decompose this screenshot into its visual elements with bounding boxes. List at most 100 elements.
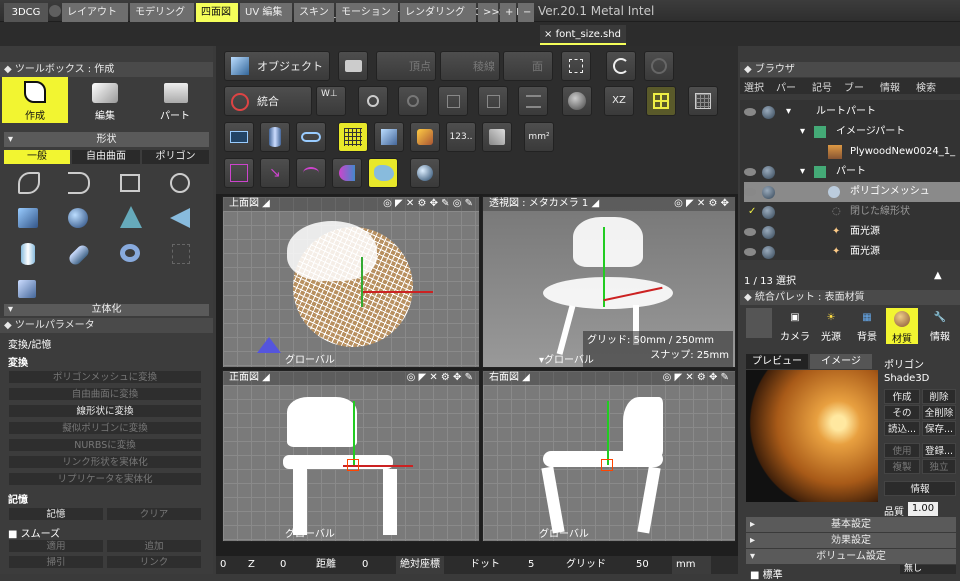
tree-row-area-light-1[interactable]: ✦ 面光源 — [744, 222, 960, 242]
palette-light-tab[interactable]: ☀ 光源 — [816, 312, 846, 343]
shape-tab-freeform[interactable]: 自由曲面 — [72, 150, 140, 164]
material-save-button[interactable]: 保存... — [922, 421, 956, 436]
lattice-tool-button[interactable] — [332, 158, 362, 188]
solid-section-header[interactable]: ▾ 立体化 — [4, 304, 209, 316]
eye-icon[interactable] — [744, 248, 756, 256]
browser-menu-select[interactable]: 選択 — [744, 79, 764, 94]
volume-settings-section[interactable]: ▾ ボリューム設定 — [746, 549, 956, 564]
face-mode-button[interactable]: 面 — [503, 51, 553, 81]
material-delete-all-button[interactable]: 全削除 — [922, 405, 956, 420]
cylinder-icon[interactable] — [21, 243, 35, 265]
material-info-button[interactable]: 情報 — [884, 481, 956, 496]
torus-icon[interactable] — [120, 244, 140, 262]
material-independent-button[interactable]: 独立 — [922, 459, 956, 474]
effect-settings-section[interactable]: ▸ 効果設定 — [746, 533, 956, 548]
snap-center-button[interactable] — [358, 86, 388, 116]
tab-layout[interactable]: レイアウト — [62, 3, 128, 22]
collapse-up-icon[interactable]: ▲ — [934, 270, 942, 281]
numeric-input-button[interactable]: 123.. — [446, 122, 476, 152]
view-controls-icon[interactable]: ◎ ◤ ✕ ⚙ ✥ ✎ ◎ ✎ — [383, 197, 473, 211]
palette-mode-button[interactable] — [746, 308, 772, 338]
eye-icon[interactable] — [744, 168, 756, 176]
eye-icon[interactable] — [744, 228, 756, 236]
basic-settings-section[interactable]: ▸ 基本設定 — [746, 517, 956, 532]
mode-3dcg-button[interactable]: 3DCG — [4, 3, 48, 22]
smooth-apply-button[interactable]: 適用 — [8, 539, 104, 553]
camera-tool-button[interactable] — [338, 51, 368, 81]
browser-menu-symbol[interactable]: 記号 — [812, 79, 832, 94]
marquee-select-button[interactable] — [561, 51, 591, 81]
material-register-button[interactable]: 登録... — [922, 443, 956, 458]
view-controls-icon[interactable]: ◎ ◤ ✕ ⚙ ✥ ✎ — [663, 371, 729, 385]
center-handle[interactable] — [347, 459, 359, 471]
material-duplicate-button[interactable]: 複製 — [884, 459, 920, 474]
convert-to-line-button[interactable]: 線形状に変換 — [8, 404, 202, 418]
convert-to-polygon-button[interactable]: ポリゴンメッシュに変換 — [8, 370, 202, 384]
y-axis-handle[interactable] — [353, 401, 355, 465]
right-view-viewport[interactable]: 右面図 ◢ ◎ ◤ ✕ ⚙ ✥ ✎ グローバル — [482, 370, 736, 542]
snap-box2-button[interactable] — [478, 86, 508, 116]
material-load-button[interactable]: 読込... — [884, 421, 920, 436]
eye-icon[interactable] — [744, 188, 756, 196]
wedge-icon[interactable] — [170, 208, 190, 228]
layer-button[interactable] — [518, 86, 548, 116]
polygon-mesh-icon[interactable] — [172, 244, 190, 264]
cube-icon[interactable] — [18, 208, 38, 228]
tab-motion[interactable]: モーション — [336, 3, 398, 22]
status-dot-icon[interactable] — [762, 206, 775, 219]
solid-toggle-button[interactable] — [374, 122, 404, 152]
material-create-button[interactable]: 作成 — [884, 389, 920, 404]
box-icon[interactable] — [18, 280, 36, 298]
link-button[interactable]: リンク — [106, 555, 202, 569]
palette-background-tab[interactable]: ▦ 背景 — [852, 312, 882, 343]
front-view-viewport[interactable]: 正面図 ◢ ◎ ◤ ✕ ⚙ ✥ ✎ グローバル — [222, 370, 480, 542]
shape-tool-button[interactable] — [296, 122, 326, 152]
create-mode-button[interactable]: 作成 — [2, 77, 68, 123]
undo-button[interactable] — [606, 51, 636, 81]
edit-mode-button[interactable]: 編集 — [72, 77, 138, 123]
top-view-viewport[interactable]: 上面図 ◢ ◎ ◤ ✕ ⚙ ✥ ✎ ◎ ✎ グローバル — [222, 196, 480, 368]
unit-select[interactable]: mm — [672, 556, 712, 574]
document-tab[interactable]: × font_size.shd — [540, 25, 626, 45]
material-other-button[interactable]: その — [884, 405, 920, 420]
status-dot-icon[interactable] — [762, 166, 775, 179]
xz-plane-button[interactable]: XZ — [604, 86, 634, 116]
realize-replicator-button[interactable]: リプリケータを実体化 — [8, 472, 202, 486]
volume-select[interactable]: 無し — [900, 565, 956, 574]
texture-toggle-button[interactable] — [410, 122, 440, 152]
browser-menu-info[interactable]: 情報 — [880, 79, 900, 94]
smooth-tool-button[interactable] — [368, 158, 398, 188]
shape-tab-polygon[interactable]: ポリゴン — [142, 150, 209, 164]
tab-uv-edit[interactable]: UV 編集 — [240, 3, 292, 22]
tab-four-view[interactable]: 四面図 — [196, 3, 238, 22]
snap-object-button[interactable] — [398, 86, 428, 116]
material-delete-button[interactable]: 削除 — [922, 389, 956, 404]
tab-rendering[interactable]: レンダリング — [400, 3, 476, 22]
quality-input[interactable]: 1.00 — [908, 502, 938, 516]
sweep-button[interactable]: 掃引 — [8, 555, 104, 569]
snap-box-button[interactable] — [438, 86, 468, 116]
eye-icon[interactable] — [744, 108, 756, 116]
tree-row-image-part[interactable]: ▾ イメージパート — [744, 122, 960, 142]
edge-mode-button[interactable]: 稜線 — [440, 51, 500, 81]
part-mode-button[interactable]: パート — [142, 77, 208, 123]
realize-link-button[interactable]: リンク形状を実体化 — [8, 455, 202, 469]
cone-icon[interactable] — [120, 206, 142, 228]
grid-4-button[interactable] — [646, 86, 676, 116]
convert-to-freeform-button[interactable]: 自由曲面に変換 — [8, 387, 202, 401]
cross-tool-button[interactable] — [224, 158, 254, 188]
tab-modeling[interactable]: モデリング — [130, 3, 194, 22]
memory-clear-button[interactable]: クリア — [106, 507, 202, 521]
status-dot-icon[interactable] — [762, 246, 775, 259]
center-handle[interactable] — [601, 459, 613, 471]
browser-menu-search[interactable]: 検索 — [916, 79, 936, 94]
sphere-tool-button[interactable] — [410, 158, 440, 188]
table-button[interactable] — [224, 122, 254, 152]
tree-row-texture[interactable]: PlywoodNew0024_1_ — [744, 142, 960, 162]
smooth-add-button[interactable]: 追加 — [106, 539, 202, 553]
globe-button[interactable] — [562, 86, 592, 116]
render-settings-button[interactable] — [644, 51, 674, 81]
vertex-mode-button[interactable]: 頂点 — [376, 51, 436, 81]
tab-add-button[interactable]: + — [500, 3, 516, 22]
arrow-tool-button[interactable]: ↘ — [260, 158, 290, 188]
